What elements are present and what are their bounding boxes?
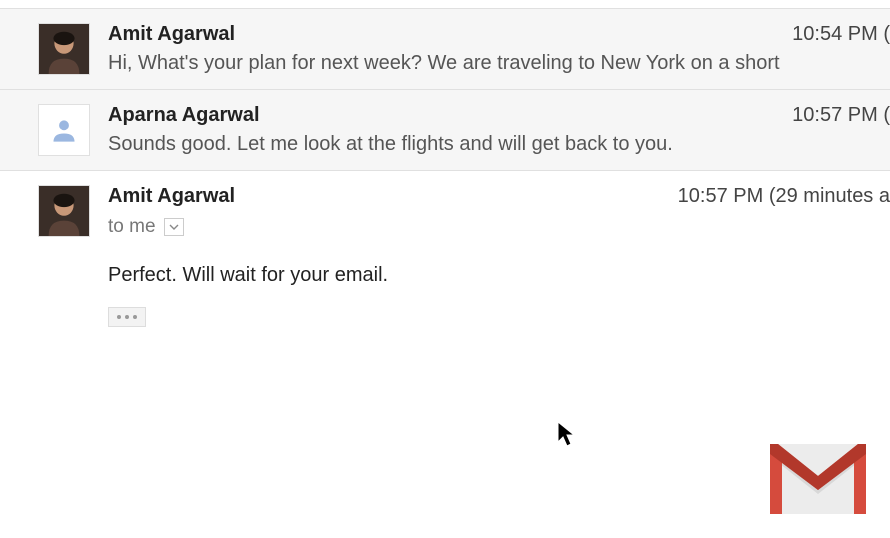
avatar-photo-icon <box>39 24 89 74</box>
message-body: Aparna Agarwal 10:57 PM ( Sounds good. L… <box>108 104 890 156</box>
chevron-down-icon <box>169 224 179 230</box>
message-snippet: Sounds good. Let me look at the flights … <box>108 133 890 156</box>
avatar <box>38 23 90 75</box>
message-body: Amit Agarwal 10:54 PM ( Hi, What's your … <box>108 23 890 75</box>
message-header: Amit Agarwal 10:54 PM ( <box>108 23 890 46</box>
message-collapsed[interactable]: Aparna Agarwal 10:57 PM ( Sounds good. L… <box>0 89 890 170</box>
recipient-text: to me <box>108 216 156 238</box>
show-trimmed-content-button[interactable] <box>108 307 146 327</box>
recipient-row: to me <box>108 216 890 238</box>
message-snippet: Hi, What's your plan for next week? We a… <box>108 52 890 75</box>
email-thread: Amit Agarwal 10:54 PM ( Hi, What's your … <box>0 0 890 341</box>
sender-name: Amit Agarwal <box>108 185 235 208</box>
mouse-cursor-icon <box>556 420 578 448</box>
avatar <box>38 104 90 156</box>
show-details-button[interactable] <box>164 218 184 236</box>
message-header: Aparna Agarwal 10:57 PM ( <box>108 104 890 127</box>
avatar <box>38 185 90 237</box>
message-content: Perfect. Will wait for your email. <box>108 264 890 287</box>
message-collapsed[interactable]: Amit Agarwal 10:54 PM ( Hi, What's your … <box>0 8 890 89</box>
message-expanded: Amit Agarwal 10:57 PM (29 minutes a to m… <box>0 170 890 341</box>
message-time: 10:54 PM ( <box>792 23 890 46</box>
message-body: Amit Agarwal 10:57 PM (29 minutes a to m… <box>108 185 890 327</box>
message-time: 10:57 PM ( <box>792 104 890 127</box>
gmail-logo-icon <box>766 440 870 518</box>
avatar-placeholder-icon <box>50 116 78 144</box>
avatar-photo-icon <box>39 186 89 236</box>
message-header: Amit Agarwal 10:57 PM (29 minutes a <box>108 185 890 208</box>
sender-name: Amit Agarwal <box>108 23 235 46</box>
message-time: 10:57 PM (29 minutes a <box>678 185 890 208</box>
sender-name: Aparna Agarwal <box>108 104 260 127</box>
